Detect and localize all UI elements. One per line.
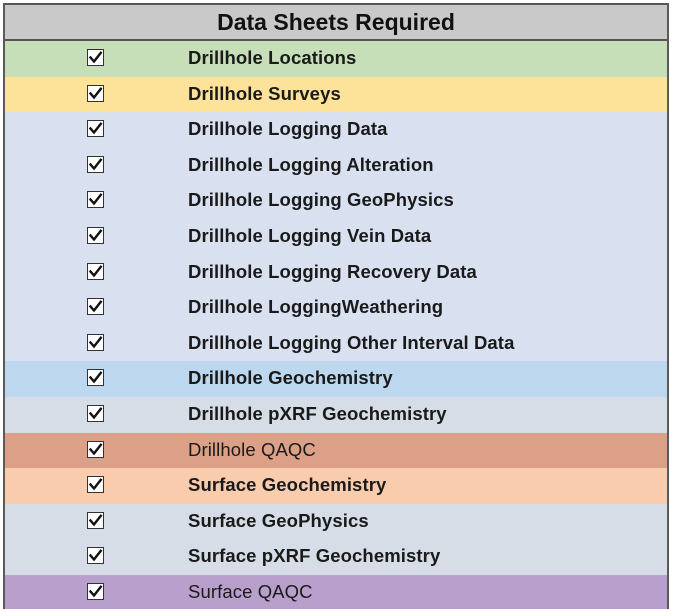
- data-sheets-panel: Data Sheets Required Drillhole Locations…: [3, 3, 669, 609]
- sheet-checkbox[interactable]: [87, 547, 104, 565]
- sheet-label: Drillhole Logging Data: [188, 118, 388, 140]
- sheet-label: Drillhole Logging GeoPhysics: [188, 189, 454, 211]
- sheet-label: Surface QAQC: [188, 580, 313, 602]
- sheet-label: Drillhole Geochemistry: [188, 367, 393, 389]
- sheet-row: Drillhole Logging Recovery Data: [5, 254, 667, 291]
- sheet-label: Drillhole Logging Vein Data: [188, 224, 432, 246]
- checkmark-icon: [88, 335, 103, 349]
- sheet-label: Surface GeoPhysics: [188, 509, 369, 531]
- sheet-label: Drillhole Logging Alteration: [188, 153, 434, 175]
- sheet-row: Drillhole Logging GeoPhysics: [5, 183, 667, 219]
- sheet-row: Surface pXRF Geochemistry: [5, 539, 667, 575]
- sheet-checkbox[interactable]: [87, 582, 104, 600]
- sheet-checkbox[interactable]: [87, 298, 104, 316]
- sheet-label: Drillhole Logging Recovery Data: [188, 260, 477, 282]
- sheet-label: Drillhole Locations: [188, 47, 357, 68]
- checkmark-icon: [88, 442, 103, 455]
- sheet-checkbox[interactable]: [87, 369, 104, 387]
- sheet-row: Drillhole Locations: [5, 41, 667, 77]
- sheet-label: Drillhole LoggingWeathering: [188, 296, 444, 318]
- sheet-checkbox[interactable]: [87, 84, 104, 102]
- sheet-label: Drillhole Surveys: [188, 82, 341, 104]
- checkmark-icon: [88, 86, 103, 99]
- sheet-checkbox[interactable]: [87, 191, 104, 209]
- sheet-row: Drillhole Surveys: [5, 76, 667, 113]
- checkmark-icon: [88, 264, 103, 277]
- sheet-checkbox[interactable]: [87, 49, 104, 66]
- checkmark-icon: [88, 300, 103, 313]
- sheet-checkbox[interactable]: [87, 333, 104, 351]
- sheet-checkbox[interactable]: [87, 440, 104, 458]
- sheet-row: Drillhole Logging Other Interval Data: [5, 325, 667, 362]
- sheet-checkbox[interactable]: [87, 476, 104, 494]
- checkmark-icon: [88, 407, 103, 420]
- sheet-label: Surface pXRF Geochemistry: [188, 545, 441, 567]
- sheet-row: Drillhole pXRF Geochemistry: [5, 396, 667, 433]
- sheet-row: Surface GeoPhysics: [5, 503, 667, 540]
- panel-title: Data Sheets Required: [5, 3, 667, 41]
- checkmark-icon: [88, 51, 103, 64]
- checkmark-icon: [88, 585, 103, 598]
- sheet-checkbox[interactable]: [87, 120, 104, 138]
- sheet-list: Drillhole Locations Drillhole Surveys Dril…: [5, 41, 667, 609]
- sheet-checkbox[interactable]: [87, 262, 104, 280]
- checkmark-icon: [88, 122, 103, 135]
- sheet-row: Drillhole Geochemistry: [5, 361, 667, 397]
- checkmark-icon: [88, 478, 103, 491]
- checkmark-icon: [88, 157, 103, 171]
- sheet-row: Drillhole Logging Alteration: [5, 147, 667, 184]
- sheet-checkbox[interactable]: [87, 404, 104, 422]
- checkmark-icon: [88, 549, 103, 562]
- sheet-row: Surface Geochemistry: [5, 468, 667, 504]
- checkmark-icon: [88, 513, 103, 527]
- checkmark-icon: [88, 371, 103, 384]
- sheet-checkbox[interactable]: [87, 511, 104, 529]
- sheet-label: Drillhole pXRF Geochemistry: [188, 402, 447, 424]
- sheet-label: Drillhole QAQC: [188, 438, 316, 460]
- sheet-label: Surface Geochemistry: [188, 474, 387, 496]
- sheet-checkbox[interactable]: [87, 155, 104, 173]
- checkmark-icon: [88, 229, 103, 242]
- sheet-row: Drillhole Logging Data: [5, 112, 667, 148]
- checkmark-icon: [88, 193, 103, 206]
- sheet-row: Surface QAQC: [5, 574, 667, 609]
- sheet-label: Drillhole Logging Other Interval Data: [188, 331, 515, 353]
- sheet-row: Drillhole LoggingWeathering: [5, 290, 667, 326]
- sheet-checkbox[interactable]: [87, 226, 104, 244]
- sheet-row: Drillhole Logging Vein Data: [5, 218, 667, 255]
- sheet-row: Drillhole QAQC: [5, 432, 667, 469]
